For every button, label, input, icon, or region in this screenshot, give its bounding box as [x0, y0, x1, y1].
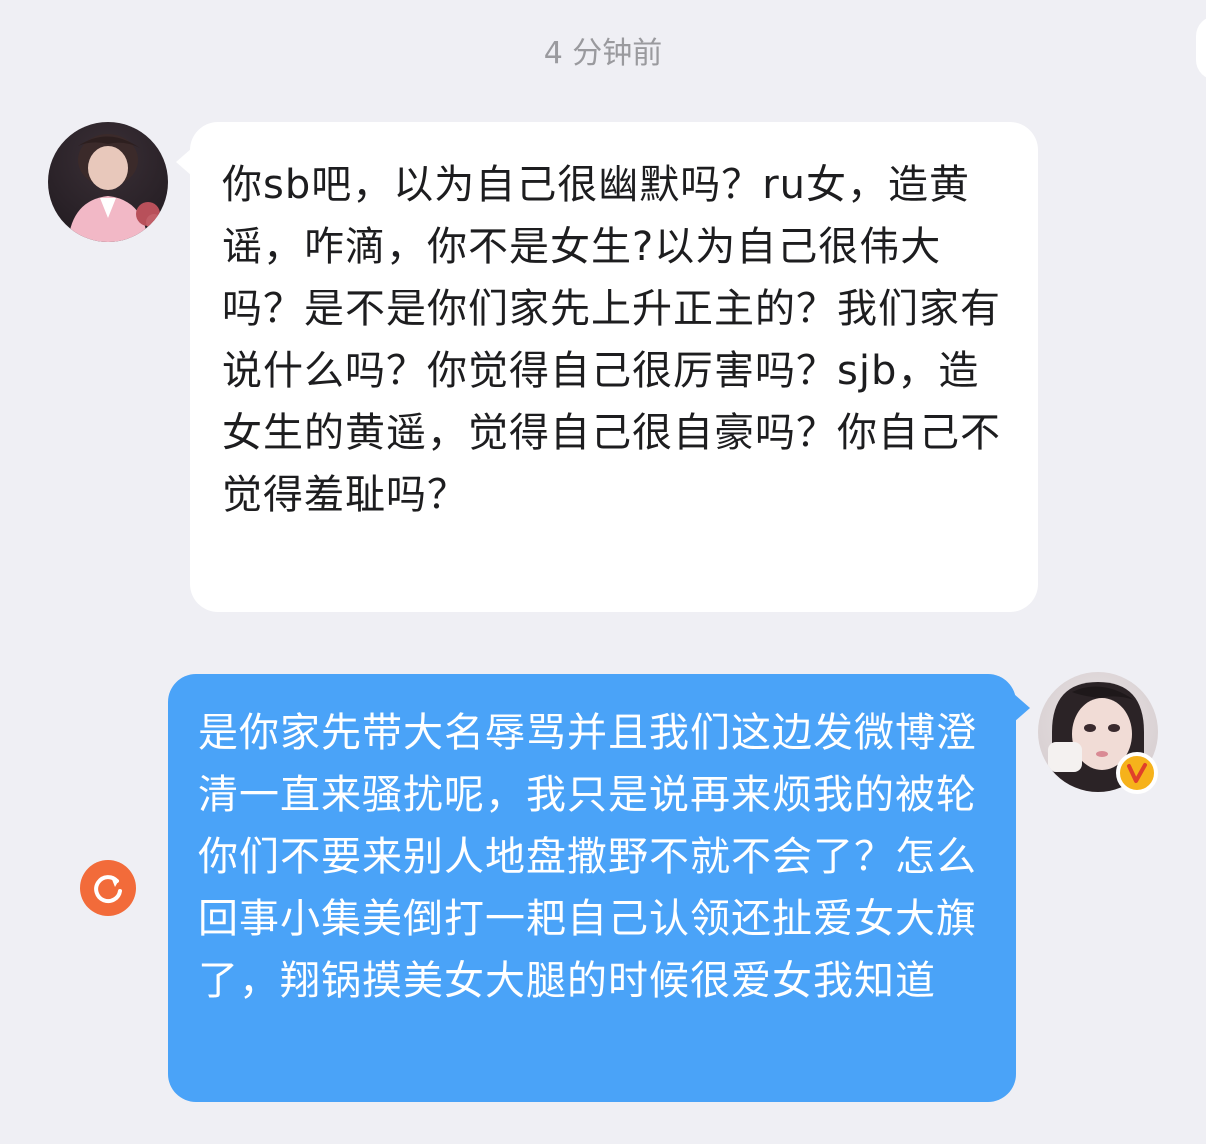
outgoing-message-bubble[interactable]: 是你家先带大名辱骂并且我们这边发微博澄清一直来骚扰呢，我只是说再来烦我的被轮你们… [168, 674, 1030, 1102]
message-timestamp: 4 分钟前 [543, 36, 663, 71]
verified-v-icon [1127, 763, 1147, 783]
verified-badge [1116, 752, 1158, 794]
sender-avatar-image [68, 134, 162, 242]
incoming-message-bubble[interactable]: 你sb吧，以为自己很幽默吗？ru女，造黄谣，咋滴，你不是女生?以为自己很伟大吗？… [176, 122, 1038, 612]
refresh-icon [94, 875, 122, 904]
sender-avatar[interactable] [48, 122, 168, 242]
resend-button[interactable] [80, 860, 136, 916]
